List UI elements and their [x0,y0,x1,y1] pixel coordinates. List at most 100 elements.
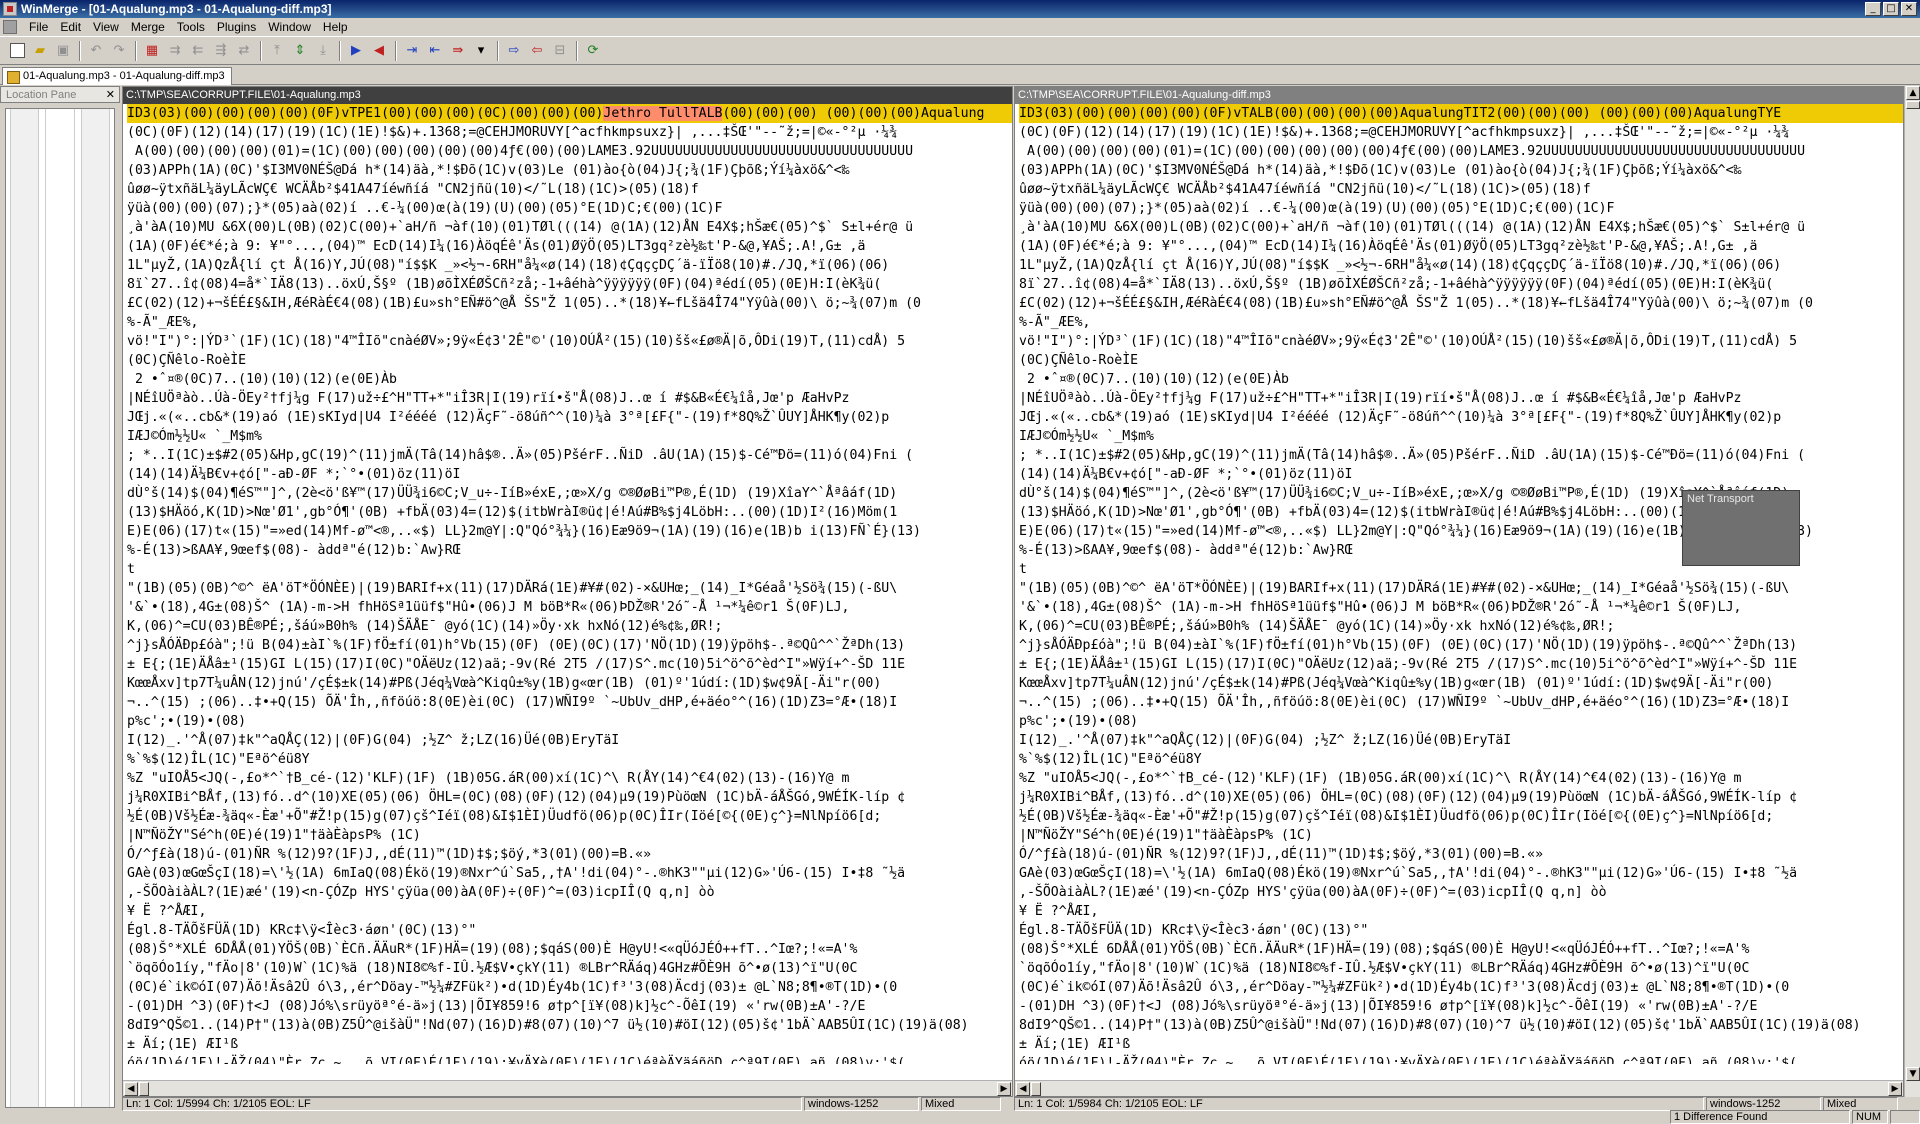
text-line[interactable]: ûøø~ÿtxñäL¼äyLÃcWÇ€ WCÄÅb²$41A47íéwñíá "… [1019,180,1903,199]
text-line[interactable]: |NÉîUÖªàò..Úà-ÖEy²†fj¼g F(17)už÷£^H"TT+*… [127,389,1012,408]
text-line[interactable]: ± E{;(1E)ÄÅâ±¹(15)GI L(15)(17)I(0C)"OÄëU… [1019,655,1903,674]
text-line[interactable]: -(01)DH ^3)(0F)†<J (08)Jó%\srüyöª°é-ä»j(… [1019,997,1903,1016]
text-line[interactable]: IÆJ©Óm½½U« `_M$m% [127,427,1012,446]
options-icon[interactable]: ▦ [141,40,163,62]
text-line[interactable]: ,-ŠÕOàiàÀL?(1E)æé'(19)<n-ÇÓZp HYS'çÿüa(0… [1019,883,1903,902]
left-file-pane[interactable]: C:\TMP\SEA\CORRUPT.FILE\01-Aqualung.mp3 … [122,86,1013,1097]
text-line[interactable]: 1L"µyŽ,(1A)QzÅ{lí çt Å(16)Y,JÚ(08)"í$$K … [127,256,1012,275]
right-text-area[interactable]: ID3(03)(00)(00)(00)(00)(0F)vTALB(00)(00)… [1015,104,1903,1064]
close-icon[interactable]: ✕ [106,87,115,103]
text-line[interactable]: '&`•(18),4G±(08)Š^ (1A)-m->H fhHöSª1üüf$… [127,598,1012,617]
text-line[interactable]: óö(1D)é(1F)!-ÄŽ(04)"Èr Zç ~.. õ VI(0F)É(… [127,1054,1012,1064]
text-line[interactable]: I(12)_.'^Å(07)‡k"^aQÅÇ(12)|(0F)G(04) ;½Z… [127,731,1012,750]
vertical-scrollbar[interactable]: ▲ ▼ [1904,86,1920,1097]
text-line[interactable]: ¬..^(15) ;(06)..‡•+Q(15) ÕÄ'Îh,,ñföúö:8(… [127,693,1012,712]
text-line[interactable]: 8ï`27..î¢(08)4=å*`IÄ8(13)..öxÚ,Š§º (1B)ø… [127,275,1012,294]
scroll-thumb[interactable] [139,1082,149,1096]
text-line[interactable]: 2 •ˆ¤®(0C)7..(10)(10)(12)(e(0E)Àb [1019,370,1903,389]
text-line[interactable]: (08)Š°*XLÉ 6DÅÅ(01)YÖŠ(0B)`ÈCñ.ÄÄuR*(1F)… [127,940,1012,959]
text-line[interactable]: 8dI9^QŠ©1..(14)P†"(13)à(0B)Z5Û^@išàÜ"!Nd… [1019,1016,1903,1035]
copy-all-icon[interactable]: ⇶ [210,40,232,62]
move-right-icon[interactable]: ⇨ [503,40,525,62]
text-line[interactable]: p%c';•(19)•(08) [127,712,1012,731]
text-line[interactable]: `öqõÓo1íy,"fÄo|8'(10)W`(1C)%ä (18)NI8©%f… [127,959,1012,978]
text-line[interactable]: ¸à'àA(10)MU &6X(00)L(0B)(02)C(00)+`aH/ñ … [1019,218,1903,237]
text-line[interactable]: (0C)(0F)(12)(14)(17)(19)(1C)(1E)!$&)+.13… [1019,123,1903,142]
menu-merge[interactable]: Merge [125,18,171,37]
text-line[interactable]: A(00)(00)(00)(00)(01)=(1C)(00)(00)(00)(0… [1019,142,1903,161]
text-line[interactable]: (1A)(0F)é€*é;à 9: ¥"°...,(04)™ EcD(14)I¼… [1019,237,1903,256]
location-bars[interactable] [5,108,115,1108]
text-line[interactable]: ½É(0B)Vš½Éæ-¾äq«-Èæ'+Õ"#Ž!p(15)g(07)çš^I… [1019,807,1903,826]
new-doc-icon[interactable] [6,40,28,62]
text-line[interactable]: £C(02)(12)+¬šÉÉ£§&IH,ÆéRàÉ€4(08)(1B)£u»s… [1019,294,1903,313]
text-line[interactable]: |NÉîUÖªàò..Úà-ÖEy²†fj¼g F(17)už÷£^H"TT+*… [1019,389,1903,408]
text-line[interactable]: j¼R0XIBi^BÅf,(13)fó..d^(10)XE(05)(06) ÖH… [1019,788,1903,807]
text-line[interactable]: p%c';•(19)•(08) [1019,712,1903,731]
move-left-icon[interactable]: ⇦ [526,40,548,62]
text-line[interactable]: GAè(03)œGœŠçI(18)=\'½(1A) 6mIaQ(08)Ékö(1… [1019,864,1903,883]
text-line[interactable]: -(01)DH ^3)(0F)†<J (08)Jó%\srüyöª°é-ä»j(… [127,997,1012,1016]
maximize-button[interactable]: □ [1883,2,1899,16]
copy-left-icon[interactable]: ⇄ [233,40,255,62]
copy-to-left-icon[interactable]: ⇤ [424,40,446,62]
text-line[interactable]: ,-ŠÕOàiàÀL?(1E)æé'(19)<n-ÇÓZp HYS'çÿüa(0… [127,883,1012,902]
text-line[interactable]: (0C)ÇÑêlo-RoèÌE [127,351,1012,370]
redo-icon[interactable]: ↷ [108,40,130,62]
all-right-icon[interactable]: ⇛ [447,40,469,62]
text-line[interactable]: KœœÅxv]tp7T¼uÂN(12)jnú'/çÉ$±k(14)#Pß(Jéq… [127,674,1012,693]
text-line[interactable]: E)E(06)(17)t«(15)"=»ed(14)Mf-ø™<®,..«$) … [127,522,1012,541]
merge-to-right-icon[interactable]: ⇉ [164,40,186,62]
text-line[interactable]: ¥ Ë ?^ÅÆI, [127,902,1012,921]
text-line[interactable]: %Z "uIOÅ5<JQ(-,£o*^`†B_cé-(12)'KLF)(1F) … [127,769,1012,788]
location-bar-left[interactable] [10,109,40,1107]
text-line[interactable]: Ó/^ƒ£à(18)ú-(01)ÑR %(12)9?(1F)J,,dÉ(11)™… [1019,845,1903,864]
document-tab[interactable]: 01-Aqualung.mp3 - 01-Aqualung-diff.mp3 [2,67,232,85]
text-line[interactable]: ½É(0B)Vš½Éæ-¾äq«-Èæ'+Õ"#Ž!p(15)g(07)çš^I… [127,807,1012,826]
undo-icon[interactable]: ↶ [85,40,107,62]
text-line[interactable]: %-Ã"_ÆE%, [1019,313,1903,332]
diff-line[interactable]: ID3(03)(00)(00)(00)(00)(0F)vTALB(00)(00)… [1019,104,1903,123]
text-line[interactable]: (0C)(0F)(12)(14)(17)(19)(1C)(1E)!$&)+.13… [127,123,1012,142]
current-diff-icon[interactable]: ⇕ [289,40,311,62]
text-line[interactable]: (0C)ÇÑêlo-RoèÌE [1019,351,1903,370]
text-line[interactable]: ¥ Ë ?^ÅÆI, [1019,902,1903,921]
text-line[interactable]: |N™ÑöŽY"Sé^h(0E)é(19)1"†äàÈàpsP% (1C) [127,826,1012,845]
text-line[interactable]: £C(02)(12)+¬šÉÉ£§&IH,ÆéRàÉ€4(08)(1B)£u»s… [127,294,1012,313]
text-line[interactable]: `öqõÓo1íy,"fÄo|8'(10)W`(1C)%ä (18)NI8©%f… [1019,959,1903,978]
text-line[interactable]: Égl.8-TÄÕšFÜÄ(1D) KRc‡\ÿ<Îèc3·áøn'(0C)(1… [127,921,1012,940]
scroll-thumb[interactable] [1031,1082,1041,1096]
menu-plugins[interactable]: Plugins [211,18,262,37]
text-line[interactable]: "(1B)(05)(0B)^©^ ëA'öT*ÖÓNÈE)|(19)BARIf+… [127,579,1012,598]
text-line[interactable]: ; *..I(1C)±$#2(05)&Hp,gC(19)^(11)jmÄ(Tâ(… [1019,446,1903,465]
text-line[interactable]: (08)Š°*XLÉ 6DÅÅ(01)YÖŠ(0B)`ÈCñ.ÄÄuR*(1F)… [1019,940,1903,959]
text-line[interactable]: j¼R0XIBi^BÅf,(13)fó..d^(10)XE(05)(06) ÖH… [127,788,1012,807]
scroll-down-icon[interactable]: ▼ [1906,1067,1920,1081]
text-line[interactable]: (0C)é`ik©óI(07)Äõ!Äsâ2Û ó\3,,ér^Döay-™½¼… [1019,978,1903,997]
text-line[interactable]: Égl.8-TÄÕšFÜÄ(1D) KRc‡\ÿ<Îèc3·áøn'(0C)(1… [1019,921,1903,940]
location-bar-right[interactable] [80,109,110,1107]
scroll-right-icon[interactable]: ▶ [997,1082,1011,1096]
menu-file[interactable]: File [23,18,54,37]
text-line[interactable]: (14)(14)Ä¼B€v+¢ó["-aÐ-ØF *;`°•(01)öz(11)… [127,465,1012,484]
open-icon[interactable]: ▰ [29,40,51,62]
text-line[interactable]: IÆJ©Óm½½U« `_M$m% [1019,427,1903,446]
text-line[interactable]: ± Äí;(1E) ÆI¹ß [127,1035,1012,1054]
text-line[interactable]: vö!"I")°:|ÝD³`(1F)(1C)(18)"4™ÎIõ"cnàéØV»… [127,332,1012,351]
scroll-left-icon[interactable]: ◀ [1016,1082,1030,1096]
text-line[interactable]: (0C)é`ik©óI(07)Äõ!Äsâ2Û ó\3,,ér^Döay-™½¼… [127,978,1012,997]
text-line[interactable]: %`%$(12)ÎL(1C)"Eªö^éü8Y [127,750,1012,769]
text-line[interactable]: ÿüà(00)(00)(07);}*(05)aà(02)í ..€-¼(00)œ… [1019,199,1903,218]
text-line[interactable]: KœœÅxv]tp7T¼uÂN(12)jnú'/çÉ$±k(14)#Pß(Jéq… [1019,674,1903,693]
text-line[interactable]: ; *..I(1C)±$#2(05)&Hp,gC(19)^(11)jmÄ(Tâ(… [127,446,1012,465]
menu-edit[interactable]: Edit [54,18,87,37]
copy-to-right-icon[interactable]: ⇥ [401,40,423,62]
menu-help[interactable]: Help [317,18,354,37]
next-diff-icon[interactable]: ▶ [345,40,367,62]
right-file-pane[interactable]: C:\TMP\SEA\CORRUPT.FILE\01-Aqualung-diff… [1014,86,1904,1097]
text-line[interactable]: (03)APPh(1A)(0C)'$I3MV0NÉŠ@Dá h*(14)äà,*… [127,161,1012,180]
text-line[interactable]: %`%$(12)ÎL(1C)"Eªö^éü8Y [1019,750,1903,769]
first-diff-icon[interactable]: ⤒ [266,40,288,62]
text-line[interactable]: |N™ÑöŽY"Sé^h(0E)é(19)1"†äàÈàpsP% (1C) [1019,826,1903,845]
diff-line[interactable]: ID3(03)(00)(00)(00)(00)(0F)vTPE1(00)(00)… [127,104,1012,123]
